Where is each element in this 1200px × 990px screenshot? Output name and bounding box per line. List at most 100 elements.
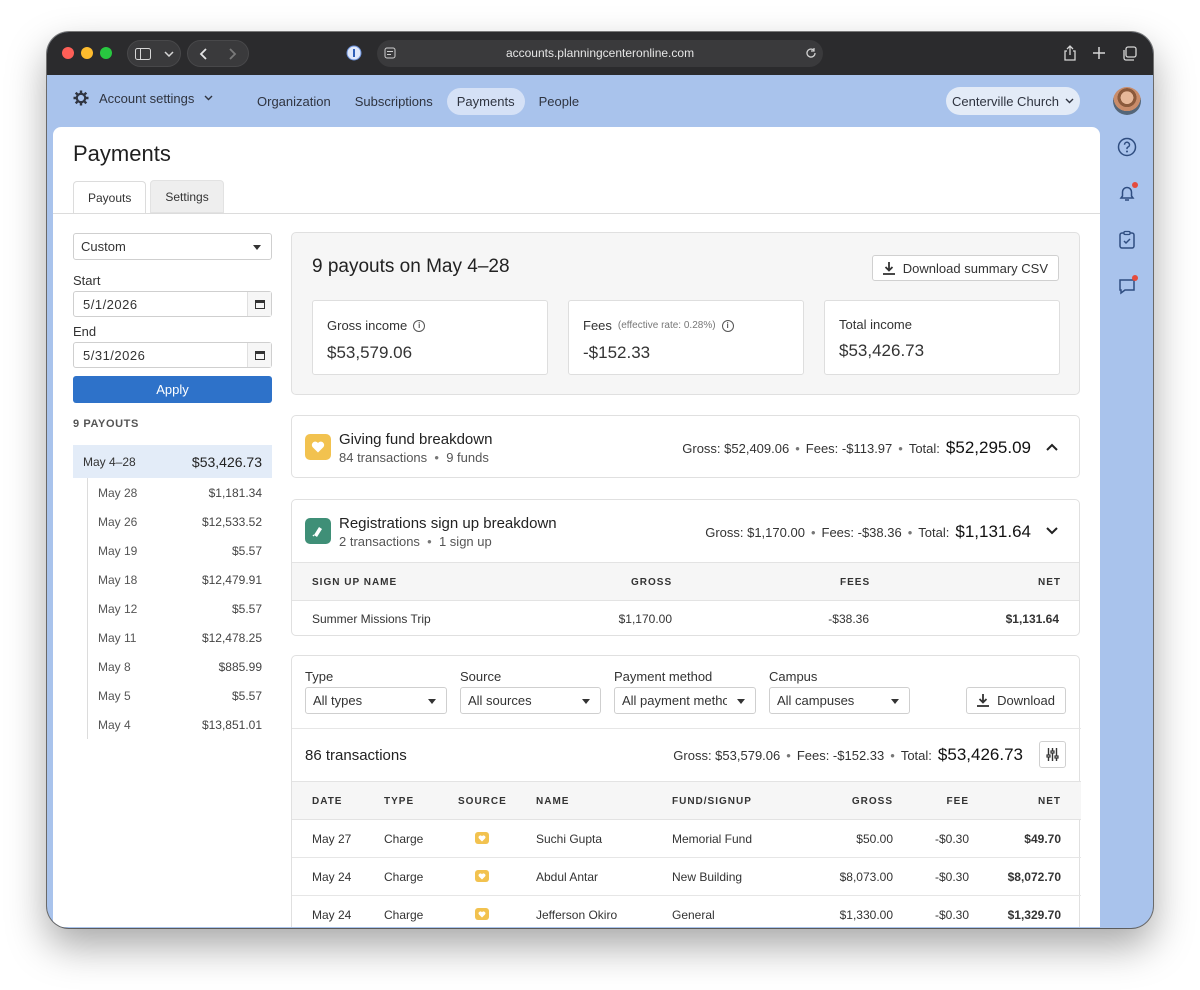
- column-settings-button[interactable]: [1039, 741, 1066, 768]
- row-net: $49.70: [1024, 832, 1061, 846]
- payout-selected-amount: $53,426.73: [191, 453, 262, 470]
- payout-date: May 5: [98, 688, 131, 703]
- registrations-stats: Gross: $1,170.00 • Fees: -$38.36 • Total: $…: [705, 522, 1031, 541]
- sidebar-toggle-button[interactable]: [127, 40, 181, 67]
- tab-overview-icon[interactable]: [1118, 42, 1140, 64]
- close-window-button[interactable]: [62, 47, 74, 59]
- gross-income-kpi: Gross income i $53,579.06: [312, 300, 548, 375]
- zoom-window-button[interactable]: [100, 47, 112, 59]
- payout-item[interactable]: May 18 $12,479.91: [88, 565, 272, 594]
- url-text: accounts.planningcenteronline.com: [505, 46, 695, 60]
- end-label: End: [73, 324, 97, 339]
- table-row[interactable]: May 24 Charge Abdul Antar New Building $…: [292, 858, 1081, 896]
- avatar[interactable]: [1113, 87, 1141, 115]
- payout-summary-card: 9 payouts on May 4–28 Download summary C…: [291, 232, 1080, 395]
- account-settings-menu[interactable]: Account settings: [73, 90, 213, 106]
- transactions-total-label: Total:: [900, 748, 932, 763]
- forward-icon[interactable]: [229, 47, 237, 60]
- nav-subscriptions[interactable]: Subscriptions: [345, 88, 443, 115]
- tab-divider: [53, 213, 1100, 214]
- download-summary-csv-button[interactable]: Download summary CSV: [871, 255, 1059, 281]
- reload-icon[interactable]: [805, 47, 817, 59]
- payout-selected[interactable]: May 4–28 $53,426.73: [73, 445, 272, 478]
- registrations-signups: 1 sign up: [438, 534, 492, 549]
- type-filter-value: All types: [313, 693, 363, 708]
- nav-people[interactable]: People: [529, 88, 589, 115]
- gross-income-label-row: Gross income i: [327, 318, 426, 333]
- notifications-icon[interactable]: [1115, 181, 1139, 205]
- giving-icon: [475, 870, 489, 882]
- tab-payouts[interactable]: Payouts: [73, 181, 147, 214]
- address-bar[interactable]: accounts.planningcenteronline.com: [377, 40, 823, 67]
- giving-icon: [475, 908, 489, 920]
- signup-gross: $1,170.00: [618, 612, 672, 626]
- feedback-icon[interactable]: [1115, 274, 1139, 298]
- start-date-input[interactable]: 5/1/2026: [73, 291, 272, 317]
- minimize-window-button[interactable]: [81, 47, 93, 59]
- giving-total-label: Total:: [908, 441, 940, 456]
- feedback-dot: [1132, 275, 1138, 281]
- type-filter-select[interactable]: All types: [305, 687, 447, 714]
- new-tab-icon[interactable]: [1088, 42, 1110, 64]
- giving-breakdown-card[interactable]: Giving fund breakdown 84 transactions • …: [291, 415, 1080, 478]
- row-date: May 27: [312, 832, 352, 846]
- payout-date: May 18: [98, 572, 138, 587]
- calendar-icon[interactable]: [247, 343, 271, 367]
- payout-date: May 19: [98, 543, 138, 558]
- apply-button[interactable]: Apply: [73, 376, 272, 403]
- payout-item[interactable]: May 28 $1,181.34: [88, 478, 272, 507]
- chevron-up-icon[interactable]: [1045, 440, 1059, 454]
- info-icon[interactable]: i: [413, 319, 426, 332]
- transactions-count: 86 transactions: [305, 747, 407, 764]
- transactions-table-header: DATE TYPE SOURCE NAME FUND/SIGNUP GROSS …: [292, 781, 1081, 820]
- col-type: TYPE: [384, 796, 415, 807]
- col-net: NET: [1038, 796, 1061, 807]
- chevron-down-icon[interactable]: [1045, 524, 1059, 538]
- tasks-icon[interactable]: [1115, 228, 1139, 252]
- registrations-gross: Gross: $1,170.00: [705, 525, 805, 540]
- fees-value: -$152.33: [583, 343, 651, 362]
- type-filter-label: Type: [305, 669, 334, 684]
- church-switcher[interactable]: Centerville Church: [946, 87, 1080, 115]
- password-manager-icon[interactable]: [343, 42, 365, 64]
- caret-down-icon: [891, 698, 899, 704]
- share-icon[interactable]: [1059, 42, 1081, 64]
- calendar-icon[interactable]: [247, 292, 271, 316]
- tab-settings[interactable]: Settings: [150, 180, 224, 213]
- payout-item[interactable]: May 5 $5.57: [88, 681, 272, 710]
- payout-amount: $5.57: [231, 543, 262, 558]
- col-name: NAME: [536, 796, 570, 807]
- table-row[interactable]: May 27 Charge Suchi Gupta Memorial Fund …: [292, 820, 1081, 858]
- date-range-select[interactable]: Custom: [73, 233, 272, 260]
- download-transactions-button[interactable]: Download: [966, 687, 1066, 714]
- payout-date: May 26: [98, 514, 138, 529]
- payout-item[interactable]: May 12 $5.57: [88, 594, 272, 623]
- payout-item[interactable]: May 19 $5.57: [88, 536, 272, 565]
- back-icon[interactable]: [199, 47, 207, 60]
- nav-organization[interactable]: Organization: [247, 88, 341, 115]
- campus-filter-select[interactable]: All campuses: [769, 687, 910, 714]
- info-icon[interactable]: i: [721, 319, 734, 332]
- account-settings-label: Account settings: [99, 90, 195, 106]
- signup-net: $1,131.64: [1005, 612, 1059, 626]
- payout-item[interactable]: May 8 $885.99: [88, 652, 272, 681]
- source-filter-label: Source: [460, 669, 502, 684]
- help-icon[interactable]: [1115, 135, 1139, 159]
- transactions-stats: Gross: $53,579.06 • Fees: -$152.33 • Total…: [673, 745, 1023, 764]
- payout-item[interactable]: May 11 $12,478.25: [88, 623, 272, 652]
- payout-item[interactable]: May 4 $13,851.01: [88, 710, 272, 739]
- payment-method-filter-select[interactable]: All payment methods: [614, 687, 756, 714]
- source-filter-select[interactable]: All sources: [460, 687, 601, 714]
- end-date-input[interactable]: 5/31/2026: [73, 342, 272, 368]
- payout-item[interactable]: May 26 $12,533.52: [88, 507, 272, 536]
- row-net: $8,072.70: [1007, 870, 1061, 884]
- row-fund: Memorial Fund: [672, 832, 753, 846]
- row-gross: $8,073.00: [839, 870, 893, 884]
- row-fund: General: [672, 908, 715, 922]
- chevron-down-icon: [163, 50, 174, 57]
- nav-payments[interactable]: Payments: [446, 88, 525, 115]
- row-fee: -$0.30: [934, 870, 969, 884]
- chevron-down-icon: [1065, 98, 1074, 104]
- transactions-fees: Fees: -$152.33: [796, 748, 885, 763]
- table-row[interactable]: May 24 Charge Jefferson Okiro General $1…: [292, 896, 1081, 927]
